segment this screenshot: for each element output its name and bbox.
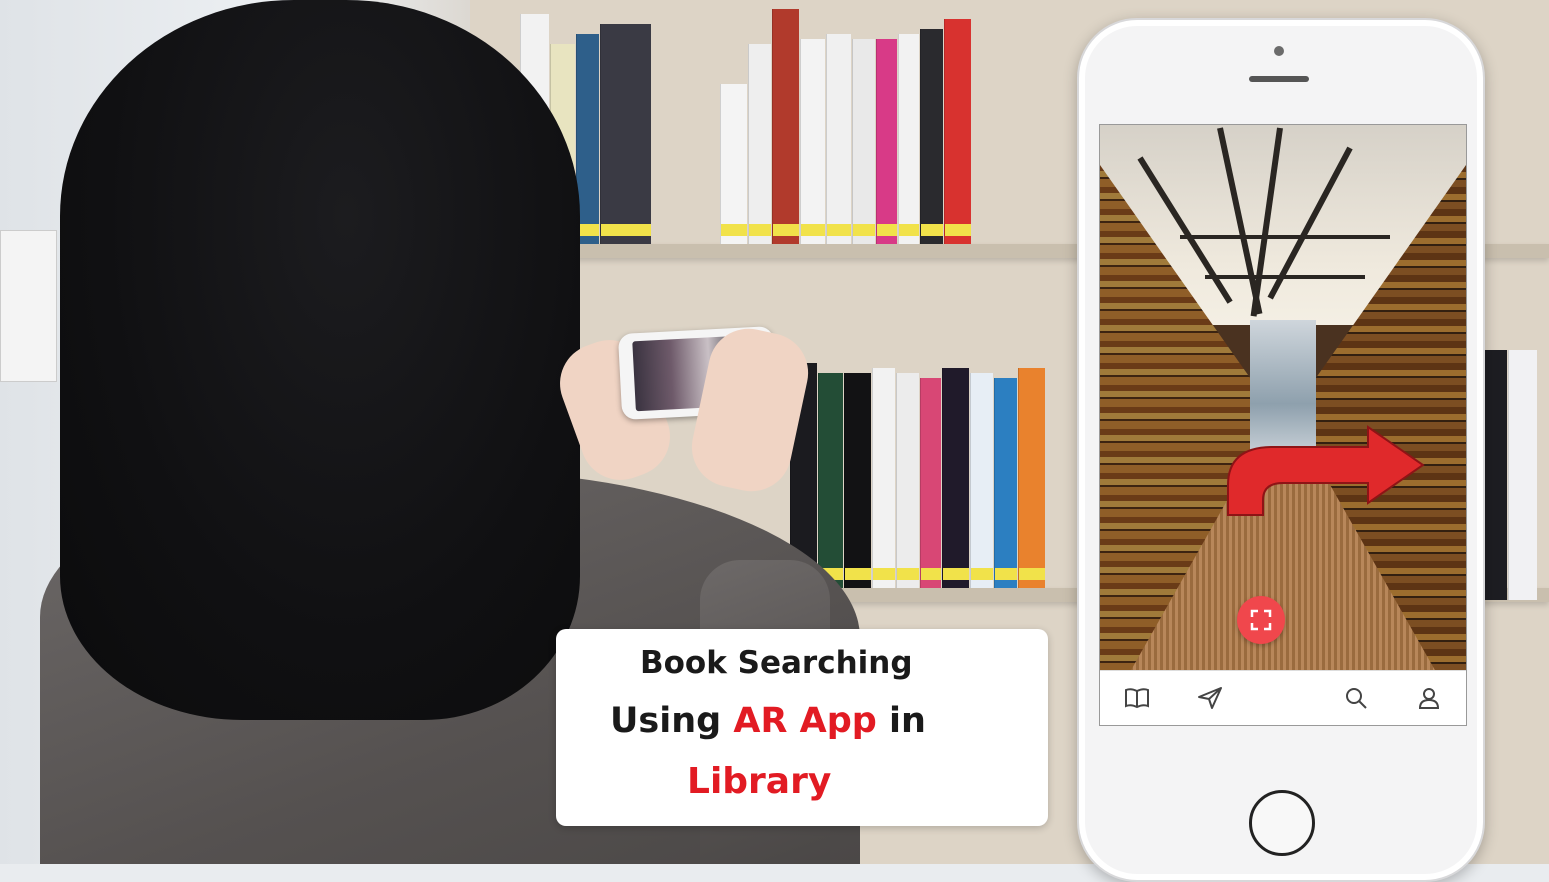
caption-line-1: Book Searching <box>640 645 913 681</box>
phone-screen <box>1099 124 1467 726</box>
smartphone-mockup <box>1077 18 1485 882</box>
wall-poster <box>0 230 57 382</box>
person-hair <box>60 0 580 720</box>
ar-camera-view <box>1100 125 1466 723</box>
ar-direction-arrow-icon <box>1227 425 1425 516</box>
scan-icon <box>1250 609 1272 631</box>
home-button[interactable] <box>1249 790 1315 856</box>
caption-card: Book Searching Using AR App in Library <box>556 629 1048 826</box>
earpiece-speaker <box>1249 76 1309 82</box>
caption-line-3: Library <box>687 761 832 802</box>
send-icon[interactable] <box>1195 683 1225 713</box>
profile-icon[interactable] <box>1414 683 1444 713</box>
search-icon[interactable] <box>1341 683 1371 713</box>
caption-line-2: Using AR App in <box>610 701 1048 741</box>
book-row-middle <box>790 345 1090 588</box>
app-bottom-nav <box>1100 670 1466 725</box>
book-icon[interactable] <box>1122 683 1152 713</box>
front-camera <box>1274 46 1284 56</box>
caption-using: Using <box>610 701 734 741</box>
book-row-right <box>1480 320 1540 600</box>
caption-ar-app: AR App <box>733 701 877 741</box>
caption-in: in <box>876 701 926 741</box>
scan-button[interactable] <box>1237 596 1285 644</box>
book-row-top <box>520 0 1080 244</box>
